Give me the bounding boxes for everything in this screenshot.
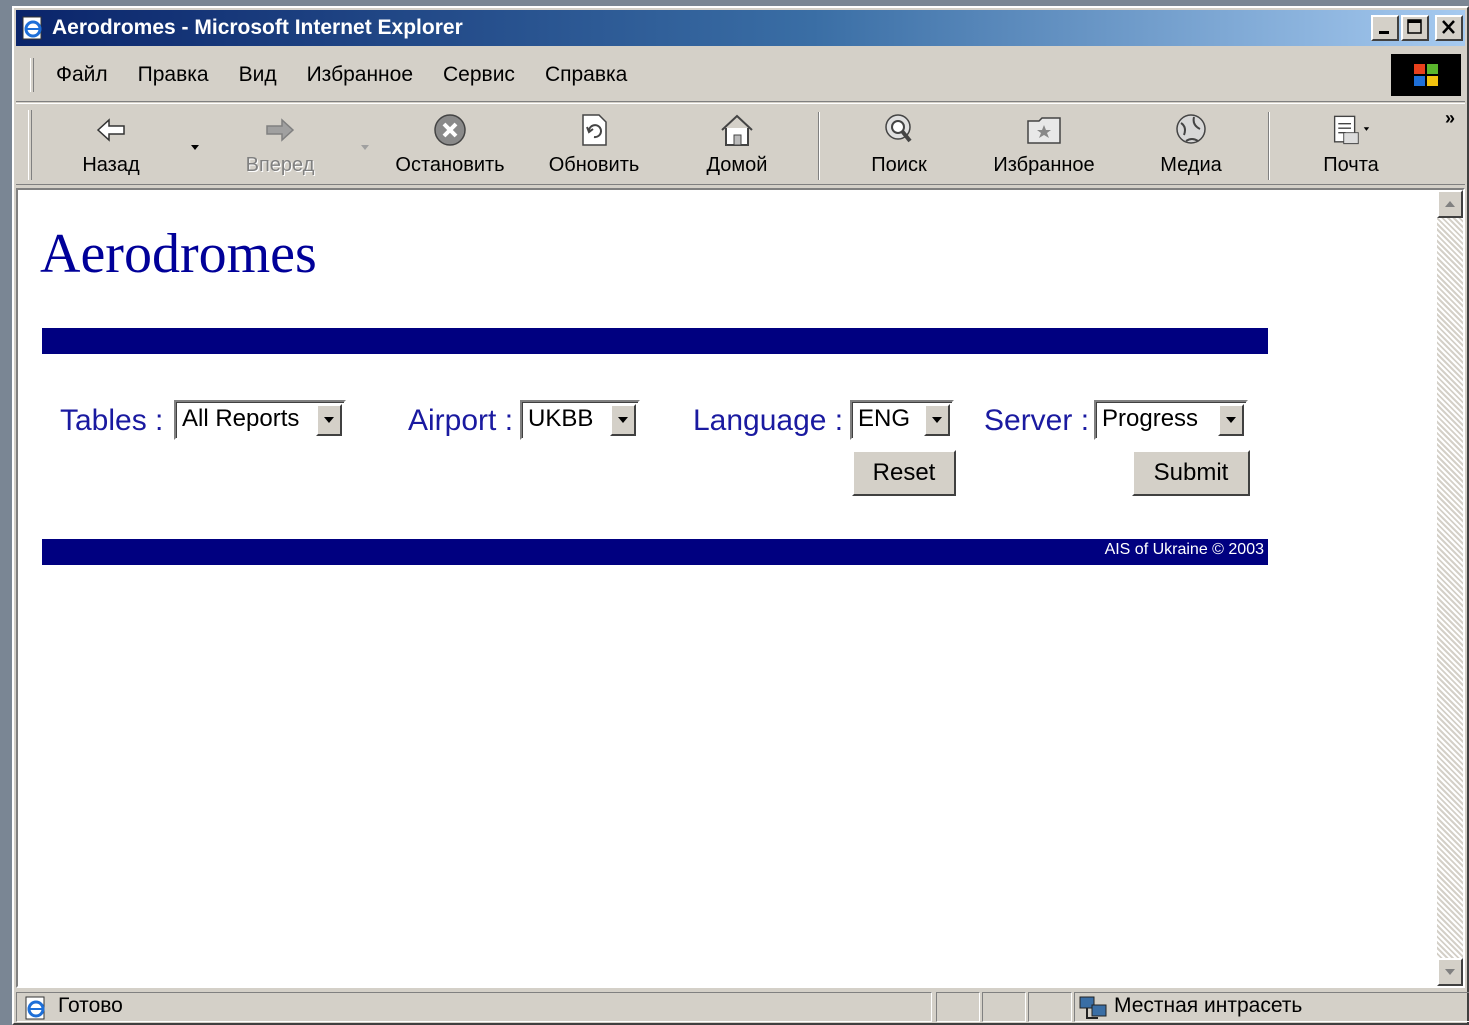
dropdown-arrow-icon <box>324 417 334 423</box>
menu-file[interactable]: Файл <box>56 63 108 87</box>
airport-select-arrow[interactable] <box>610 404 636 436</box>
close-icon <box>1442 20 1455 34</box>
status-cell <box>982 992 1026 1022</box>
forward-button[interactable]: Вперед <box>244 110 316 182</box>
home-icon <box>721 114 753 146</box>
status-bar: Готово Местная интрасеть <box>16 990 1469 1024</box>
menu-favorites[interactable]: Избранное <box>307 63 413 87</box>
mail-label: Почта <box>1323 154 1379 176</box>
tables-select[interactable]: All Reports <box>174 400 346 440</box>
language-select-value: ENG <box>858 405 911 432</box>
mail-icon <box>1333 115 1370 145</box>
status-cell <box>936 992 980 1022</box>
page-content: Aerodromes Tables : All Reports Airport … <box>18 190 1437 986</box>
ie-page-icon <box>22 16 42 40</box>
standard-toolbar: Назад Вперед Остановить Обновить Домой П… <box>16 103 1465 185</box>
scroll-up-arrow-icon <box>1445 201 1455 207</box>
tables-label: Tables : <box>60 404 164 437</box>
reset-button[interactable]: Reset <box>852 450 956 496</box>
maximize-icon <box>1407 19 1422 34</box>
maximize-button[interactable] <box>1401 15 1429 41</box>
local-intranet-icon <box>1079 996 1107 1019</box>
menu-view[interactable]: Вид <box>239 63 277 87</box>
language-label: Language : <box>693 404 844 437</box>
language-select-arrow[interactable] <box>924 404 950 436</box>
back-button[interactable]: Назад <box>76 110 146 182</box>
server-label: Server : <box>984 404 1090 437</box>
search-button[interactable]: Поиск <box>864 110 934 182</box>
menu-edit[interactable]: Правка <box>138 63 209 87</box>
menu-tools[interactable]: Сервис <box>443 63 515 87</box>
server-select[interactable]: Progress <box>1094 400 1248 440</box>
dropdown-arrow-icon <box>1226 417 1236 423</box>
menu-help[interactable]: Справка <box>545 63 627 87</box>
close-button[interactable] <box>1435 15 1463 41</box>
back-dropdown-icon[interactable] <box>188 142 202 152</box>
refresh-label: Обновить <box>548 154 640 176</box>
language-select[interactable]: ENG <box>850 400 954 440</box>
forward-label: Вперед <box>245 154 315 176</box>
status-main-cell <box>16 992 932 1022</box>
toolbar-separator <box>1268 112 1270 180</box>
server-select-arrow[interactable] <box>1218 404 1244 436</box>
stop-label: Остановить <box>395 154 505 176</box>
menu-bar: Файл Правка Вид Избранное Сервис Справка <box>16 48 1465 102</box>
search-label: Поиск <box>871 154 927 176</box>
tables-select-arrow[interactable] <box>316 404 342 436</box>
airport-select[interactable]: UKBB <box>520 400 640 440</box>
mail-button[interactable]: Почта <box>1316 110 1386 182</box>
browser-window: Aerodromes - Microsoft Internet Explorer… <box>12 6 1469 1025</box>
search-icon <box>885 114 912 143</box>
dropdown-arrow-icon <box>932 417 942 423</box>
media-button[interactable]: Медиа <box>1156 110 1226 182</box>
vertical-scrollbar[interactable] <box>1437 190 1463 986</box>
stop-icon <box>434 114 466 146</box>
submit-button[interactable]: Submit <box>1132 450 1250 496</box>
toolbar-separator <box>818 112 820 180</box>
title-bar[interactable]: Aerodromes - Microsoft Internet Explorer <box>16 10 1465 46</box>
scroll-down-button[interactable] <box>1437 958 1463 986</box>
back-label: Назад <box>82 154 140 176</box>
airport-select-value: UKBB <box>528 405 594 432</box>
window-title: Aerodromes - Microsoft Internet Explorer <box>52 16 463 39</box>
windows-logo <box>1391 54 1461 96</box>
minimize-button[interactable] <box>1371 15 1399 41</box>
ie-page-icon <box>25 996 45 1020</box>
stop-button[interactable]: Остановить <box>392 110 508 182</box>
status-text: Готово <box>58 994 123 1017</box>
forward-arrow-icon <box>266 118 295 142</box>
refresh-icon <box>582 114 607 146</box>
copyright-text: AIS of Ukraine © 2003 <box>1104 541 1264 558</box>
airport-label: Airport : <box>408 404 514 437</box>
favorites-label: Избранное <box>993 154 1095 176</box>
menu-grip <box>30 57 34 92</box>
home-button[interactable]: Домой <box>702 110 772 182</box>
scroll-down-arrow-icon <box>1445 969 1455 975</box>
header-divider-bar <box>42 328 1268 354</box>
back-arrow-icon <box>96 118 125 142</box>
toolbar-more-chevron[interactable]: » <box>1445 108 1455 129</box>
favorites-folder-icon <box>1027 117 1061 144</box>
page-viewport: Aerodromes Tables : All Reports Airport … <box>16 188 1465 988</box>
zone-text: Местная интрасеть <box>1114 994 1303 1017</box>
page-title: Aerodromes <box>40 223 317 285</box>
minimize-icon <box>1379 31 1389 34</box>
dropdown-arrow-icon <box>618 417 628 423</box>
footer-bar: AIS of Ukraine © 2003 <box>42 539 1268 565</box>
tables-select-value: All Reports <box>182 405 300 432</box>
toolbar-grip <box>28 110 32 180</box>
media-label: Медиа <box>1160 154 1222 176</box>
refresh-button[interactable]: Обновить <box>546 110 642 182</box>
windows-flag-icon <box>1414 64 1438 86</box>
forward-dropdown-icon[interactable] <box>358 142 372 152</box>
favorites-button[interactable]: Избранное <box>988 110 1100 182</box>
status-cell <box>1028 992 1072 1022</box>
scroll-up-button[interactable] <box>1437 190 1463 218</box>
server-select-value: Progress <box>1102 405 1199 432</box>
home-label: Домой <box>706 154 768 176</box>
media-globe-icon <box>1176 114 1206 144</box>
